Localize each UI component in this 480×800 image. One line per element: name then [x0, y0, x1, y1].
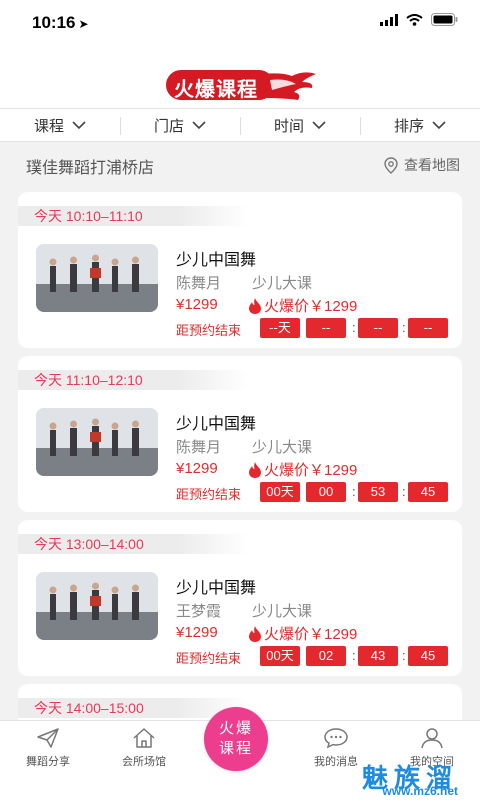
- course-card[interactable]: 今天 10:10–11:10 少儿中国舞 陈舞月 少儿大课 ¥1299 火爆价￥…: [18, 192, 462, 348]
- clock: 10:16: [32, 13, 76, 32]
- view-map-link[interactable]: 查看地图: [384, 155, 460, 175]
- tab-label: 我的消息: [314, 756, 358, 768]
- countdown-days: 00天: [260, 482, 300, 502]
- teacher-name: 陈舞月: [176, 439, 222, 456]
- countdown-seconds: 45: [408, 646, 448, 666]
- hot-price-text: 火爆价￥1299: [264, 298, 358, 315]
- store-name: 璞佳舞蹈打浦桥店: [26, 160, 155, 177]
- fire-icon: [249, 297, 261, 314]
- countdown-label: 距预约结束: [176, 651, 242, 666]
- original-price: ¥1299: [176, 624, 218, 641]
- filter-label: 排序: [393, 117, 424, 135]
- location-arrow-icon: ➤: [78, 17, 89, 31]
- countdown-seconds: --: [408, 318, 448, 338]
- status-icons: [380, 13, 458, 26]
- map-link-label: 查看地图: [404, 157, 460, 173]
- hot-price: 火爆价￥1299: [248, 295, 357, 316]
- countdown-hours: --: [306, 318, 346, 338]
- countdown-days: --天: [260, 318, 300, 338]
- course-name: 少儿中国舞: [176, 580, 257, 597]
- card-time: 今天 11:10–12:10: [18, 370, 248, 390]
- fire-icon: [249, 461, 261, 478]
- countdown-separator: :: [352, 320, 356, 335]
- filter-label: 门店: [153, 117, 184, 135]
- tab-venue[interactable]: 会所场馆: [104, 727, 184, 769]
- countdown-separator: :: [402, 320, 406, 335]
- tab-label: 会所场馆: [122, 756, 166, 768]
- countdown-label: 距预约结束: [176, 323, 242, 338]
- watermark-url: www.mz6.net: [382, 784, 458, 798]
- course-thumbnail: [36, 572, 158, 640]
- filter-bar: 课程 门店 时间 排序: [0, 108, 480, 142]
- original-price: ¥1299: [176, 460, 218, 477]
- course-thumbnail: [36, 244, 158, 312]
- chevron-down-icon: [312, 121, 326, 129]
- filter-store[interactable]: 门店: [120, 109, 240, 141]
- chat-bubble-icon: [324, 728, 348, 749]
- course-card[interactable]: 今天 13:00–14:00 少儿中国舞 王梦霞 少儿大课 ¥1299 火爆价￥…: [18, 520, 462, 676]
- header: 火爆课程: [0, 46, 480, 108]
- teacher-name: 王梦霞: [176, 603, 222, 620]
- original-price: ¥1299: [176, 296, 218, 313]
- countdown-separator: :: [402, 648, 406, 663]
- course-type: 少儿大课: [252, 439, 313, 456]
- card-time: 今天 13:00–14:00: [18, 534, 248, 554]
- course-type: 少儿大课: [252, 603, 313, 620]
- course-card[interactable]: 今天 11:10–12:10 少儿中国舞 陈舞月 少儿大课 ¥1299 火爆价￥…: [18, 356, 462, 512]
- tab-dance-share[interactable]: 舞蹈分享: [8, 727, 88, 769]
- countdown-minutes: 53: [358, 482, 398, 502]
- countdown-hours: 00: [306, 482, 346, 502]
- filter-label: 课程: [33, 117, 64, 135]
- teacher-name: 陈舞月: [176, 275, 222, 292]
- tab-center-line2: 课程: [218, 740, 253, 757]
- home-icon: [133, 728, 155, 748]
- countdown-separator: :: [402, 484, 406, 499]
- brand-logo: 火爆课程: [162, 68, 318, 102]
- filter-sort[interactable]: 排序: [360, 109, 480, 141]
- course-name: 少儿中国舞: [176, 416, 257, 433]
- chevron-down-icon: [432, 121, 446, 129]
- user-icon: [421, 728, 443, 749]
- location-pin-icon: [384, 156, 398, 174]
- status-time: 10:16 ➤: [32, 13, 89, 33]
- chevron-down-icon: [192, 121, 206, 129]
- hot-price-text: 火爆价￥1299: [264, 462, 358, 479]
- hot-price: 火爆价￥1299: [248, 623, 357, 644]
- battery-icon: [431, 13, 458, 26]
- countdown-seconds: 45: [408, 482, 448, 502]
- countdown-minutes: --: [358, 318, 398, 338]
- signal-icon: [380, 13, 398, 26]
- hot-price-text: 火爆价￥1299: [264, 626, 358, 643]
- status-bar: 10:16 ➤: [0, 0, 480, 46]
- store-row: 璞佳舞蹈打浦桥店 查看地图: [0, 142, 480, 186]
- brand-title: 火爆课程: [174, 79, 258, 101]
- countdown-hours: 02: [306, 646, 346, 666]
- chevron-down-icon: [72, 121, 86, 129]
- tab-label: 舞蹈分享: [26, 756, 70, 768]
- countdown-days: 00天: [260, 646, 300, 666]
- wifi-icon: [406, 13, 423, 26]
- card-time: 今天 10:10–11:10: [18, 206, 248, 226]
- filter-time[interactable]: 时间: [240, 109, 360, 141]
- course-type: 少儿大课: [252, 275, 313, 292]
- countdown-minutes: 43: [358, 646, 398, 666]
- flame-icon: [262, 72, 316, 100]
- countdown-separator: :: [352, 648, 356, 663]
- fire-icon: [249, 625, 261, 642]
- filter-label: 时间: [273, 117, 304, 135]
- course-name: 少儿中国舞: [176, 252, 257, 269]
- countdown-separator: :: [352, 484, 356, 499]
- countdown-label: 距预约结束: [176, 487, 242, 502]
- paper-plane-icon: [37, 728, 59, 748]
- tab-center-line1: 火爆: [218, 720, 253, 737]
- filter-course[interactable]: 课程: [0, 109, 120, 141]
- course-thumbnail: [36, 408, 158, 476]
- tab-hot-course[interactable]: 火爆 课程: [204, 707, 268, 771]
- hot-price: 火爆价￥1299: [248, 459, 357, 480]
